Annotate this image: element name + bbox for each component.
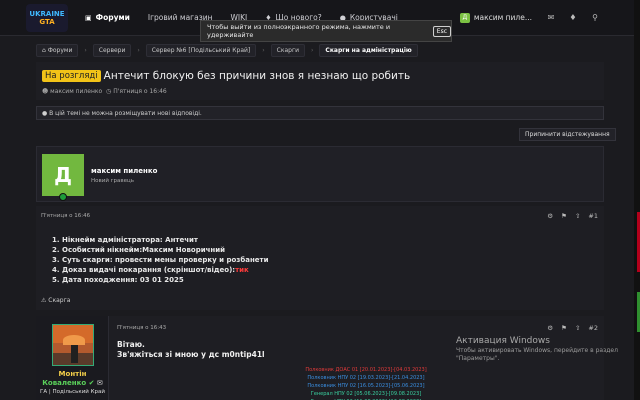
breadcrumb: ⌂ Форуми › Сервери › Сервер №6 [Подільсь… [36, 44, 424, 57]
post-date[interactable]: П'ятниця о 16:43 [117, 325, 166, 331]
avatar: Д [459, 12, 470, 23]
chevron-right-icon: › [84, 47, 87, 54]
thread-date[interactable]: П'ятниця о 16:46 [113, 88, 167, 95]
report-button[interactable]: ⚠ Скарга [41, 297, 70, 304]
status-badge: На розгляді [42, 70, 101, 82]
esc-key: Esc [432, 25, 451, 37]
page-title: Антечит блокую без причини знов я незнаю… [103, 70, 411, 82]
share-icon[interactable]: ⇧ [575, 324, 580, 332]
chevron-right-icon: › [311, 47, 314, 54]
breadcrumb-admin-complaints[interactable]: Скарги на адміністрацію [319, 44, 418, 57]
bookmark-icon[interactable]: ⚑ [561, 212, 567, 220]
unwatch-button[interactable]: Припинити відстежування [519, 128, 616, 141]
chevron-right-icon: › [137, 47, 140, 54]
avatar[interactable] [52, 324, 94, 366]
signature-line: Генерал НПУ 02 [05.06.2023]-[09.08.2023] [310, 391, 422, 397]
signature: Полковник ДОАС 01 [20.01.2023]-[04.03.20… [256, 366, 476, 400]
settings-icon[interactable]: ⚙ [547, 212, 553, 220]
bookmark-icon[interactable]: ⚑ [561, 324, 567, 332]
post-1: П'ятниця о 16:46 ⚙ ⚑ ⇧ #1 1. Нікнейм адмі… [36, 206, 604, 310]
site-logo[interactable]: UKRAINE GTA [26, 3, 68, 32]
list-item: 2. Особистий нікнейм:Максим Новоричний [52, 246, 226, 254]
locked-notice: ● В цій темі не можна розміщувати нові в… [36, 106, 604, 120]
share-icon[interactable]: ⇧ [575, 212, 580, 220]
author-name[interactable]: максим пиленко [91, 167, 157, 175]
post-actions: ⚙ ⚑ ⇧ #2 [539, 324, 598, 332]
inbox-icon[interactable]: ✉ [540, 13, 562, 22]
windows-activation-watermark: Активация Windows Чтобы активировать Win… [456, 336, 618, 362]
thread-header: На розгляді Антечит блокую без причини з… [36, 62, 604, 100]
post-number[interactable]: #2 [588, 324, 598, 332]
post-body: Вітаю. Зв'яжіться зі мною у дс m0ntip41l [117, 340, 265, 359]
avatar[interactable]: Д [42, 154, 84, 196]
thread-meta: ☻ максим пиленко ◷ П'ятниця о 16:46 [42, 88, 167, 95]
author-rank: Новий гравець [91, 178, 135, 184]
list-item: 3. Суть скарги: провести мены проверку и … [52, 256, 269, 264]
list-item: 1. Нікнейм адміністратора: Антечит [52, 236, 198, 244]
fullscreen-notice: Чтобы выйти из полноэкранного режима, на… [200, 20, 452, 42]
post-number[interactable]: #1 [588, 212, 598, 220]
verified-icon: ✔ [88, 379, 95, 387]
online-status-icon [59, 193, 67, 201]
breadcrumb-server-6[interactable]: Сервер №6 [Подільський Край] [145, 44, 257, 57]
list-item: 5. Дата походження: 03 01 2025 [52, 276, 184, 284]
settings-icon[interactable]: ⚙ [547, 324, 553, 332]
breadcrumb-servers[interactable]: Сервери [92, 44, 132, 57]
alerts-bell-icon[interactable]: ♦ [562, 13, 584, 22]
breadcrumb-forums[interactable]: ⌂ Форуми [36, 44, 79, 57]
list-item: 4. Доказ видачі покарання (скріншот/відео… [52, 266, 249, 274]
lock-icon: ● [42, 109, 50, 117]
author-card: Д максим пиленко Новий гравець [36, 146, 604, 202]
search-icon[interactable]: ⚲ [584, 13, 606, 22]
chevron-right-icon: › [262, 47, 265, 54]
account-menu[interactable]: Д максим пиле... [452, 12, 540, 23]
author-role: ГА | Подільський Край [40, 389, 105, 395]
thread-author[interactable]: максим пиленко [50, 88, 102, 95]
forum-page: UKRAINE GTA ▣ Форуми Ігровий магазин WIK… [0, 0, 640, 400]
signature-line: Полковник ДОАС 01 [20.01.2023]-[04.03.20… [305, 367, 427, 373]
post-author-sidebar: Монтін Коваленко ✔ ✉ ГА | Подільський Кр… [36, 316, 109, 400]
nav-right: Д максим пиле... ✉ ♦ ⚲ [452, 0, 634, 36]
comments-icon: ▣ [85, 13, 92, 22]
complaint-list: 1. Нікнейм адміністратора: Антечит 2. Особ… [52, 235, 269, 285]
nav-forums[interactable]: ▣ Форуми [76, 0, 139, 36]
side-stripe [634, 0, 640, 400]
post-actions: ⚙ ⚑ ⇧ #1 [539, 212, 598, 220]
signature-line: Полковник НПУ 02 [19.03.2023]-[21.04.202… [307, 375, 425, 381]
post-date[interactable]: П'ятниця о 16:46 [41, 213, 90, 219]
signature-line: Полковник НПУ 02 [16.05.2023]-[05.06.202… [307, 383, 425, 389]
author-name[interactable]: Монтін Коваленко ✔ ✉ [36, 370, 109, 388]
mail-icon: ✉ [96, 379, 103, 387]
breadcrumb-complaints[interactable]: Скарги [270, 44, 306, 57]
user-icon: ☻ [42, 88, 51, 95]
